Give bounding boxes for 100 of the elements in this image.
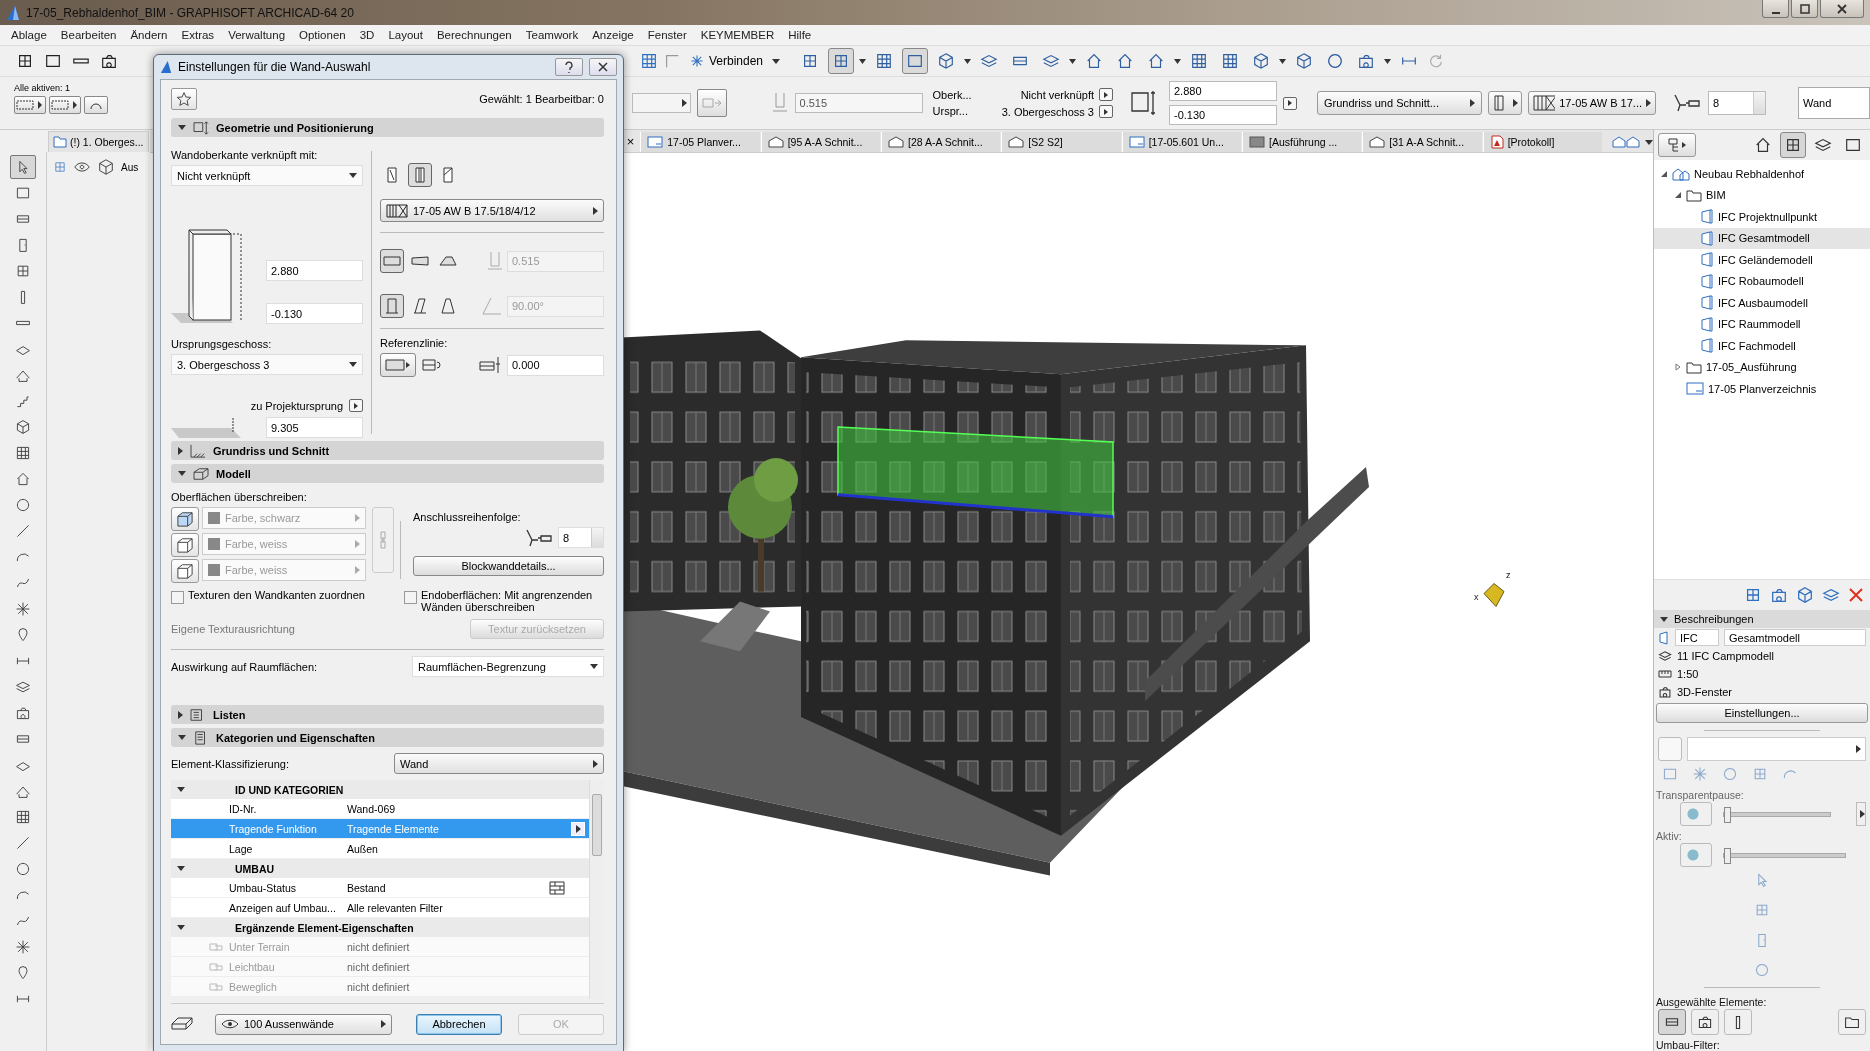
reference-offset-field[interactable]: 0.000 xyxy=(507,354,604,376)
navigator-item[interactable]: IFC Ausbaumodell xyxy=(1654,292,1870,314)
property-row[interactable]: Beweglich nicht definiert xyxy=(171,977,589,997)
property-row[interactable]: Leichtbau nicht definiert xyxy=(171,957,589,977)
axis-label: x xyxy=(1474,591,1479,602)
menu-item[interactable]: 3D xyxy=(352,29,382,41)
field-label: Anschlussreihenfolge: xyxy=(413,511,522,523)
top-label: Oberk... xyxy=(932,89,972,101)
source-text: 3D-Fenster xyxy=(1677,686,1733,698)
selected-elements-label: Ausgewählte Elemente: xyxy=(1655,995,1768,1008)
view-tab[interactable]: [Ausführung ... xyxy=(1242,132,1362,152)
layer-dropdown[interactable]: 100 Aussenwände xyxy=(215,1013,392,1035)
navigator-item[interactable]: 17-05_Ausführung xyxy=(1654,356,1870,378)
base-label: Urspr... xyxy=(932,105,969,117)
height-field[interactable]: 2.880 xyxy=(1169,81,1277,101)
view-tab[interactable]: [17-05.601 Un... xyxy=(1121,132,1241,152)
property-row[interactable]: Lage Außen xyxy=(171,839,589,859)
menu-item[interactable]: Layout xyxy=(381,29,430,41)
panel-label: Aus xyxy=(121,161,139,173)
home-story-dropdown[interactable]: 3. Obergeschoss 3 xyxy=(171,354,363,375)
menu-item[interactable]: Extras xyxy=(174,29,222,41)
base-offset-field[interactable]: -0.130 xyxy=(1169,105,1277,125)
cancel-button[interactable]: Abbrechen xyxy=(416,1013,502,1035)
navigator-item[interactable]: BIM xyxy=(1654,184,1870,206)
menu-item[interactable]: Verwaltung xyxy=(221,29,293,41)
classification-dropdown[interactable]: Wand xyxy=(394,753,604,774)
home-story-value: 3. Obergeschoss 3 xyxy=(1001,105,1094,118)
composite-dropdown[interactable]: 17-05 AW B 17.5/18/4/12 xyxy=(380,199,604,222)
menu-item[interactable]: Teamwork xyxy=(518,29,586,41)
priority-spinner[interactable]: 8 xyxy=(1708,91,1766,115)
menu-item[interactable]: Bearbeiten xyxy=(53,29,124,41)
menu-item[interactable]: Berechnungen xyxy=(429,29,519,41)
menu-item[interactable]: Ablage xyxy=(4,29,54,41)
menu-item[interactable]: Hilfe xyxy=(781,29,819,41)
window-title: 17-05_Rebhaldenhof_BIM - GRAPHISOFT ARCHICAD-64 20 xyxy=(26,5,354,20)
priority-spinner[interactable]: 8 xyxy=(558,527,604,548)
property-row[interactable]: Umbau-Status Bestand xyxy=(171,878,589,898)
connect-button[interactable]: Verbinden xyxy=(686,49,785,73)
view-tab[interactable]: [31 A-A Schnit... xyxy=(1362,132,1482,152)
field-label: Ursprungsgeschoss: xyxy=(171,338,273,350)
filter-label: Umbau-Filter: xyxy=(1655,1038,1721,1051)
view-tab[interactable]: [95 A-A Schnit... xyxy=(760,132,880,152)
view-tab[interactable]: (!) 1. Oberges... xyxy=(48,131,149,152)
view-tab[interactable]: [S2 S2] xyxy=(1001,132,1121,152)
property-group-header[interactable]: ID UND KATEGORIEN xyxy=(171,780,589,799)
view-tab[interactable]: [28 A-A Schnit... xyxy=(880,132,1001,152)
view-tab[interactable]: [Protokoll] xyxy=(1482,132,1603,152)
floor-plan-button[interactable]: Grundriss und Schnitt... xyxy=(1317,91,1482,115)
navigator-item[interactable]: 17-05 Planverzeichnis xyxy=(1654,378,1870,400)
view-id-field[interactable]: IFC xyxy=(1675,629,1719,646)
navigator-item[interactable]: IFC Projektnullpunkt xyxy=(1654,206,1870,228)
room-relation-dropdown[interactable]: Raumflächen-Begrenzung xyxy=(412,656,604,677)
checkbox-label: Texturen den Wandkanten zuordnen xyxy=(188,589,365,603)
navigator-item[interactable]: IFC Robaumodell xyxy=(1654,270,1870,292)
scale-text: 1:50 xyxy=(1677,668,1699,680)
axis-label: z xyxy=(1506,569,1511,580)
view-name-field[interactable]: Gesamtmodell xyxy=(1724,629,1866,646)
section-header[interactable]: Kategorien und Eigenschaften xyxy=(171,728,604,747)
navigator-item[interactable]: IFC Raummodell xyxy=(1654,313,1870,335)
navigator-item[interactable]: IFC Gesamtmodell xyxy=(1654,227,1870,249)
section-header[interactable]: Geometrie und Positionierung xyxy=(171,118,604,137)
settings-button[interactable]: Einstellungen... xyxy=(1656,703,1868,723)
menu-item[interactable]: Fenster xyxy=(640,29,694,41)
field-label: Eigene Texturausrichtung xyxy=(171,623,295,635)
section-header[interactable]: Modell xyxy=(171,464,604,483)
origin-elevation-field[interactable]: 9.305 xyxy=(266,417,363,438)
menu-item[interactable]: Optionen xyxy=(292,29,353,41)
dialog-title: Einstellungen für die Wand-Auswahl xyxy=(178,60,371,74)
section-header[interactable]: Grundriss und Schnitt xyxy=(171,441,604,460)
thickness-field[interactable]: 0.515 xyxy=(794,93,923,113)
navigator-item[interactable]: IFC Geländemodell xyxy=(1654,249,1870,271)
active-label: Aktiv: xyxy=(1655,829,1683,842)
property-row[interactable]: Unter Terrain nicht definiert xyxy=(171,937,589,957)
composite-button[interactable]: 17-05 AW B 17... xyxy=(1528,91,1656,115)
view-tab[interactable]: 17-05 Planver... xyxy=(640,132,760,152)
height-field[interactable]: 2.880 xyxy=(266,260,363,281)
top-link-dropdown[interactable]: Nicht verknüpft xyxy=(171,165,363,186)
field-label: Oberflächen überschreiben: xyxy=(171,491,308,503)
selection-count: Alle aktiven: 1 xyxy=(14,83,72,93)
field-label: Element-Klassifizierung: xyxy=(171,757,289,770)
field-label: Wandoberkante verknüpft mit: xyxy=(171,149,319,161)
menu-item[interactable]: Anzeige xyxy=(585,29,641,41)
property-group-header[interactable]: Ergänzende Element-Eigenschaften xyxy=(171,918,589,937)
base-offset-field[interactable]: -0.130 xyxy=(266,303,363,324)
menu-item[interactable]: KEYMEMBER xyxy=(693,29,782,41)
section-header[interactable]: Listen xyxy=(171,705,604,724)
block-wall-details-button[interactable]: Blockwanddetails... xyxy=(413,556,604,576)
property-row[interactable]: Anzeigen auf Umbau... Alle relevanten Filter xyxy=(171,898,589,918)
descriptions-header[interactable]: Beschreibungen xyxy=(1654,610,1870,628)
navigator-item[interactable]: IFC Fachmodell xyxy=(1654,335,1870,357)
property-group-header[interactable]: UMBAU xyxy=(171,859,589,878)
navigator-item[interactable]: Neubau Rebhaldenhof xyxy=(1654,163,1870,185)
close-tab-button[interactable]: × xyxy=(622,132,640,152)
layer-combination-text: 11 IFC Campmodell xyxy=(1677,650,1774,662)
top-link-value: Nicht verknüpft xyxy=(1020,88,1094,101)
field-label: Referenzlinie: xyxy=(380,337,449,349)
menu-item[interactable]: Ändern xyxy=(123,29,175,41)
checkbox-label: Endoberflächen: Mit angrenzenden Wänden überschreiben xyxy=(421,589,594,613)
property-row[interactable]: ID-Nr. Wand-069 xyxy=(171,799,589,819)
selection-summary: Gewählt: 1 Bearbeitbar: 0 xyxy=(479,93,604,105)
